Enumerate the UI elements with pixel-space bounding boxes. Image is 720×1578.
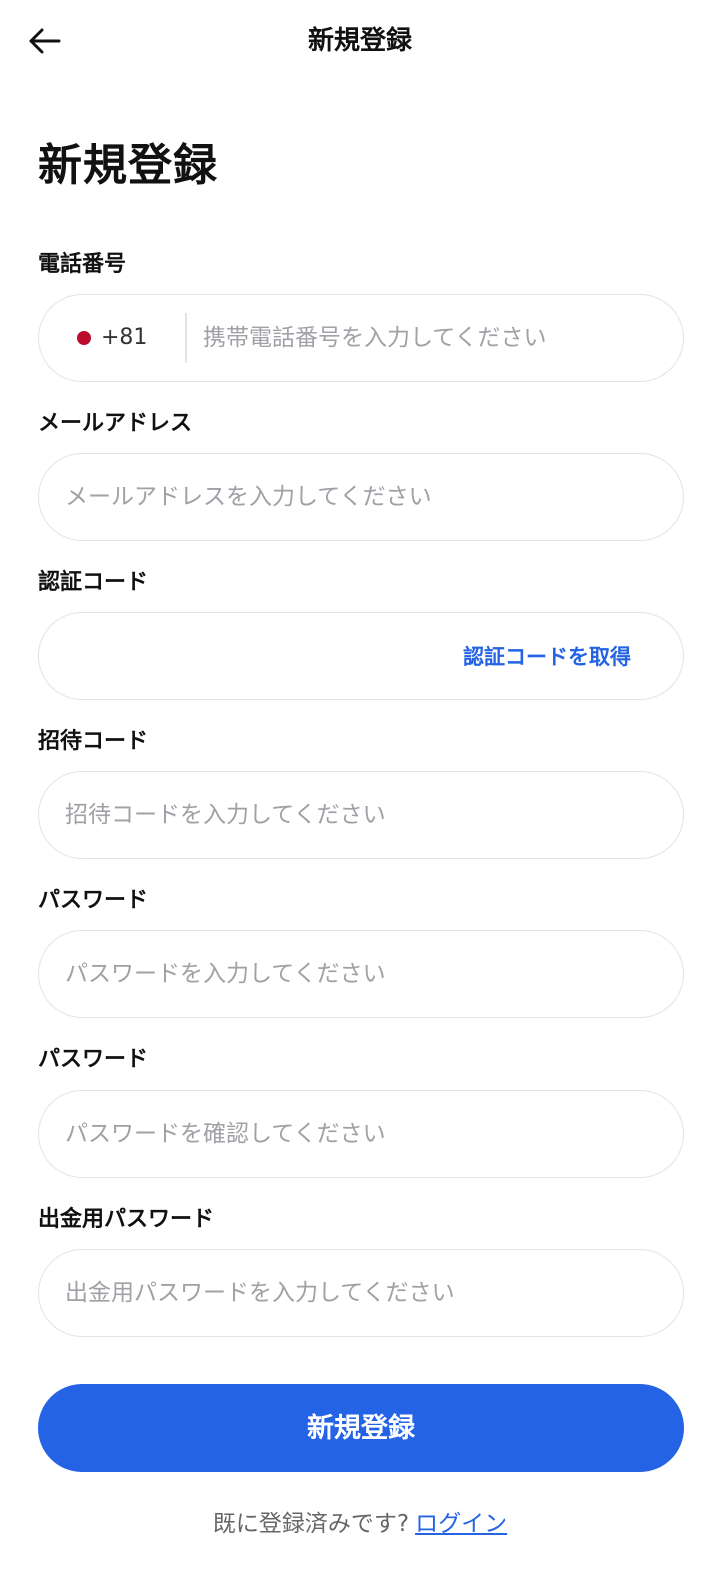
email-label: メールアドレス <box>38 411 193 436</box>
country-code-selector[interactable]: +81 <box>39 295 147 381</box>
verification-code-label: 認証コード <box>38 570 149 595</box>
password-input[interactable] <box>39 931 683 1017</box>
invite-code-field <box>38 771 684 859</box>
japan-flag-icon <box>77 331 91 345</box>
email-field <box>38 453 684 541</box>
password-label: パスワード <box>38 888 149 913</box>
invite-code-label: 招待コード <box>38 729 149 754</box>
header-title: 新規登録 <box>307 26 412 56</box>
page-title: 新規登録 <box>38 140 218 191</box>
password-confirm-label: パスワード <box>38 1047 149 1072</box>
phone-field: +81 <box>38 294 684 382</box>
email-input[interactable] <box>39 454 683 540</box>
login-prompt: 既に登録済みです? ログイン <box>0 1506 720 1542</box>
invite-code-input[interactable] <box>39 772 683 858</box>
withdraw-password-label: 出金用パスワード <box>38 1207 215 1232</box>
register-submit-button[interactable]: 新規登録 <box>38 1384 684 1472</box>
dial-code: +81 <box>101 325 148 350</box>
withdraw-password-field <box>38 1249 684 1337</box>
get-verification-code-button[interactable]: 認証コードを取得 <box>463 613 631 699</box>
password-confirm-input[interactable] <box>39 1091 683 1177</box>
register-page: 新規登録 新規登録 電話番号 +81 メールアドレス 認証コード 認証コードを取… <box>0 0 720 1578</box>
password-confirm-field <box>38 1090 684 1178</box>
login-prompt-text: 既に登録済みです? <box>212 1511 410 1537</box>
phone-label: 電話番号 <box>38 252 127 277</box>
password-field <box>38 930 684 1018</box>
login-link[interactable]: ログイン <box>415 1511 507 1537</box>
withdraw-password-input[interactable] <box>39 1250 683 1336</box>
verification-code-field: 認証コードを取得 <box>38 612 684 700</box>
top-bar: 新規登録 <box>0 0 720 80</box>
phone-input[interactable] <box>186 295 683 381</box>
